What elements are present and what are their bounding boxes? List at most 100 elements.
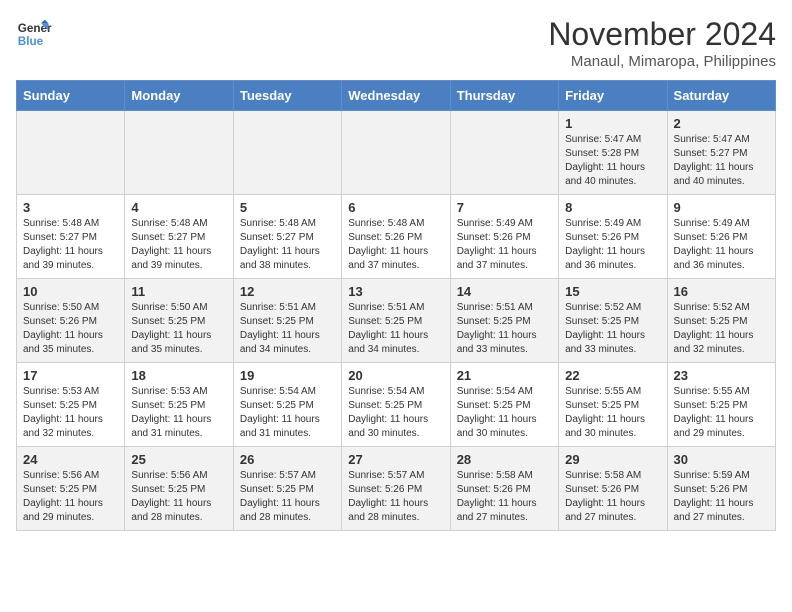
day-info: Sunrise: 5:58 AM Sunset: 5:26 PM Dayligh…	[565, 469, 660, 525]
day-info: Sunrise: 5:56 AM Sunset: 5:25 PM Dayligh…	[131, 469, 226, 525]
day-number: 10	[23, 284, 118, 299]
day-number: 21	[457, 368, 552, 383]
day-info: Sunrise: 5:50 AM Sunset: 5:25 PM Dayligh…	[131, 301, 226, 357]
day-info: Sunrise: 5:52 AM Sunset: 5:25 PM Dayligh…	[674, 301, 769, 357]
calendar-cell: 29 Sunrise: 5:58 AM Sunset: 5:26 PM Dayli…	[559, 447, 667, 531]
day-info: Sunrise: 5:52 AM Sunset: 5:25 PM Dayligh…	[565, 301, 660, 357]
logo-icon: General Blue	[16, 16, 52, 52]
calendar-cell: 10Sunrise: 5:50 AM Sunset: 5:26 PM Dayli…	[17, 279, 125, 363]
svg-text:Blue: Blue	[18, 35, 44, 48]
day-number: 1	[565, 116, 660, 131]
day-number: 2	[674, 116, 769, 131]
calendar-cell: 16 Sunrise: 5:52 AM Sunset: 5:25 PM Dayli…	[667, 279, 775, 363]
day-info: Sunrise: 5:54 AM Sunset: 5:25 PM Dayligh…	[348, 385, 443, 441]
calendar-cell: 21 Sunrise: 5:54 AM Sunset: 5:25 PM Dayli…	[450, 363, 558, 447]
month-title: November 2024	[548, 16, 776, 53]
calendar-cell: 4 Sunrise: 5:48 AM Sunset: 5:27 PM Daylig…	[125, 195, 233, 279]
day-info: Sunrise: 5:53 AM Sunset: 5:25 PM Dayligh…	[131, 385, 226, 441]
calendar-cell: 1 Sunrise: 5:47 AM Sunset: 5:28 PM Daylig…	[559, 111, 667, 195]
calendar-cell: 25 Sunrise: 5:56 AM Sunset: 5:25 PM Dayli…	[125, 447, 233, 531]
logo: General Blue	[16, 16, 52, 52]
calendar-cell: 20 Sunrise: 5:54 AM Sunset: 5:25 PM Dayli…	[342, 363, 450, 447]
day-info: Sunrise: 5:51 AM Sunset: 5:25 PM Dayligh…	[240, 301, 335, 357]
day-number: 28	[457, 452, 552, 467]
day-info: Sunrise: 5:57 AM Sunset: 5:26 PM Dayligh…	[348, 469, 443, 525]
calendar-cell	[17, 111, 125, 195]
day-number: 22	[565, 368, 660, 383]
calendar-cell: 8 Sunrise: 5:49 AM Sunset: 5:26 PM Daylig…	[559, 195, 667, 279]
week-row-3: 10Sunrise: 5:50 AM Sunset: 5:26 PM Dayli…	[17, 279, 776, 363]
day-number: 8	[565, 200, 660, 215]
day-info: Sunrise: 5:48 AM Sunset: 5:27 PM Dayligh…	[131, 217, 226, 273]
calendar-cell: 30 Sunrise: 5:59 AM Sunset: 5:26 PM Dayli…	[667, 447, 775, 531]
day-info: Sunrise: 5:49 AM Sunset: 5:26 PM Dayligh…	[565, 217, 660, 273]
calendar-cell	[233, 111, 341, 195]
calendar-cell: 26Sunrise: 5:57 AM Sunset: 5:25 PM Dayli…	[233, 447, 341, 531]
day-number: 5	[240, 200, 335, 215]
day-info: Sunrise: 5:48 AM Sunset: 5:26 PM Dayligh…	[348, 217, 443, 273]
calendar-cell	[342, 111, 450, 195]
day-number: 30	[674, 452, 769, 467]
day-info: Sunrise: 5:48 AM Sunset: 5:27 PM Dayligh…	[240, 217, 335, 273]
location-subtitle: Manaul, Mimaropa, Philippines	[548, 53, 776, 70]
day-number: 23	[674, 368, 769, 383]
day-number: 15	[565, 284, 660, 299]
calendar-cell: 5 Sunrise: 5:48 AM Sunset: 5:27 PM Daylig…	[233, 195, 341, 279]
day-number: 19	[240, 368, 335, 383]
day-info: Sunrise: 5:55 AM Sunset: 5:25 PM Dayligh…	[565, 385, 660, 441]
day-info: Sunrise: 5:47 AM Sunset: 5:27 PM Dayligh…	[674, 133, 769, 189]
day-number: 24	[23, 452, 118, 467]
day-info: Sunrise: 5:54 AM Sunset: 5:25 PM Dayligh…	[240, 385, 335, 441]
day-info: Sunrise: 5:54 AM Sunset: 5:25 PM Dayligh…	[457, 385, 552, 441]
day-info: Sunrise: 5:49 AM Sunset: 5:26 PM Dayligh…	[457, 217, 552, 273]
calendar-cell: 13 Sunrise: 5:51 AM Sunset: 5:25 PM Dayli…	[342, 279, 450, 363]
day-number: 20	[348, 368, 443, 383]
calendar-cell: 11 Sunrise: 5:50 AM Sunset: 5:25 PM Dayli…	[125, 279, 233, 363]
day-number: 25	[131, 452, 226, 467]
calendar-cell: 15 Sunrise: 5:52 AM Sunset: 5:25 PM Dayli…	[559, 279, 667, 363]
weekday-header-sunday: Sunday	[17, 81, 125, 111]
weekday-header-thursday: Thursday	[450, 81, 558, 111]
calendar-cell: 6 Sunrise: 5:48 AM Sunset: 5:26 PM Daylig…	[342, 195, 450, 279]
day-number: 16	[674, 284, 769, 299]
day-info: Sunrise: 5:56 AM Sunset: 5:25 PM Dayligh…	[23, 469, 118, 525]
day-number: 12	[240, 284, 335, 299]
weekday-header-row: SundayMondayTuesdayWednesdayThursdayFrid…	[17, 81, 776, 111]
weekday-header-monday: Monday	[125, 81, 233, 111]
day-info: Sunrise: 5:47 AM Sunset: 5:28 PM Dayligh…	[565, 133, 660, 189]
day-number: 29	[565, 452, 660, 467]
week-row-5: 24 Sunrise: 5:56 AM Sunset: 5:25 PM Dayli…	[17, 447, 776, 531]
calendar-cell: 24 Sunrise: 5:56 AM Sunset: 5:25 PM Dayli…	[17, 447, 125, 531]
day-info: Sunrise: 5:57 AM Sunset: 5:25 PM Dayligh…	[240, 469, 335, 525]
week-row-1: 1 Sunrise: 5:47 AM Sunset: 5:28 PM Daylig…	[17, 111, 776, 195]
calendar-cell	[125, 111, 233, 195]
calendar-cell: 12 Sunrise: 5:51 AM Sunset: 5:25 PM Dayli…	[233, 279, 341, 363]
calendar-cell: 14 Sunrise: 5:51 AM Sunset: 5:25 PM Dayli…	[450, 279, 558, 363]
day-number: 4	[131, 200, 226, 215]
day-info: Sunrise: 5:48 AM Sunset: 5:27 PM Dayligh…	[23, 217, 118, 273]
calendar-cell: 22 Sunrise: 5:55 AM Sunset: 5:25 PM Dayli…	[559, 363, 667, 447]
weekday-header-tuesday: Tuesday	[233, 81, 341, 111]
day-info: Sunrise: 5:58 AM Sunset: 5:26 PM Dayligh…	[457, 469, 552, 525]
weekday-header-friday: Friday	[559, 81, 667, 111]
day-info: Sunrise: 5:49 AM Sunset: 5:26 PM Dayligh…	[674, 217, 769, 273]
day-info: Sunrise: 5:53 AM Sunset: 5:25 PM Dayligh…	[23, 385, 118, 441]
calendar-cell: 23Sunrise: 5:55 AM Sunset: 5:25 PM Dayli…	[667, 363, 775, 447]
day-number: 13	[348, 284, 443, 299]
day-info: Sunrise: 5:59 AM Sunset: 5:26 PM Dayligh…	[674, 469, 769, 525]
day-info: Sunrise: 5:51 AM Sunset: 5:25 PM Dayligh…	[348, 301, 443, 357]
day-number: 6	[348, 200, 443, 215]
page-header: General Blue November 2024 Manaul, Mimar…	[16, 16, 776, 70]
day-number: 14	[457, 284, 552, 299]
calendar-cell: 28 Sunrise: 5:58 AM Sunset: 5:26 PM Dayli…	[450, 447, 558, 531]
calendar-cell: 27Sunrise: 5:57 AM Sunset: 5:26 PM Dayli…	[342, 447, 450, 531]
day-number: 7	[457, 200, 552, 215]
day-number: 9	[674, 200, 769, 215]
day-number: 11	[131, 284, 226, 299]
day-info: Sunrise: 5:51 AM Sunset: 5:25 PM Dayligh…	[457, 301, 552, 357]
day-number: 3	[23, 200, 118, 215]
title-block: November 2024 Manaul, Mimaropa, Philippi…	[548, 16, 776, 70]
day-number: 18	[131, 368, 226, 383]
calendar-cell: 18 Sunrise: 5:53 AM Sunset: 5:25 PM Dayli…	[125, 363, 233, 447]
week-row-2: 3 Sunrise: 5:48 AM Sunset: 5:27 PM Daylig…	[17, 195, 776, 279]
